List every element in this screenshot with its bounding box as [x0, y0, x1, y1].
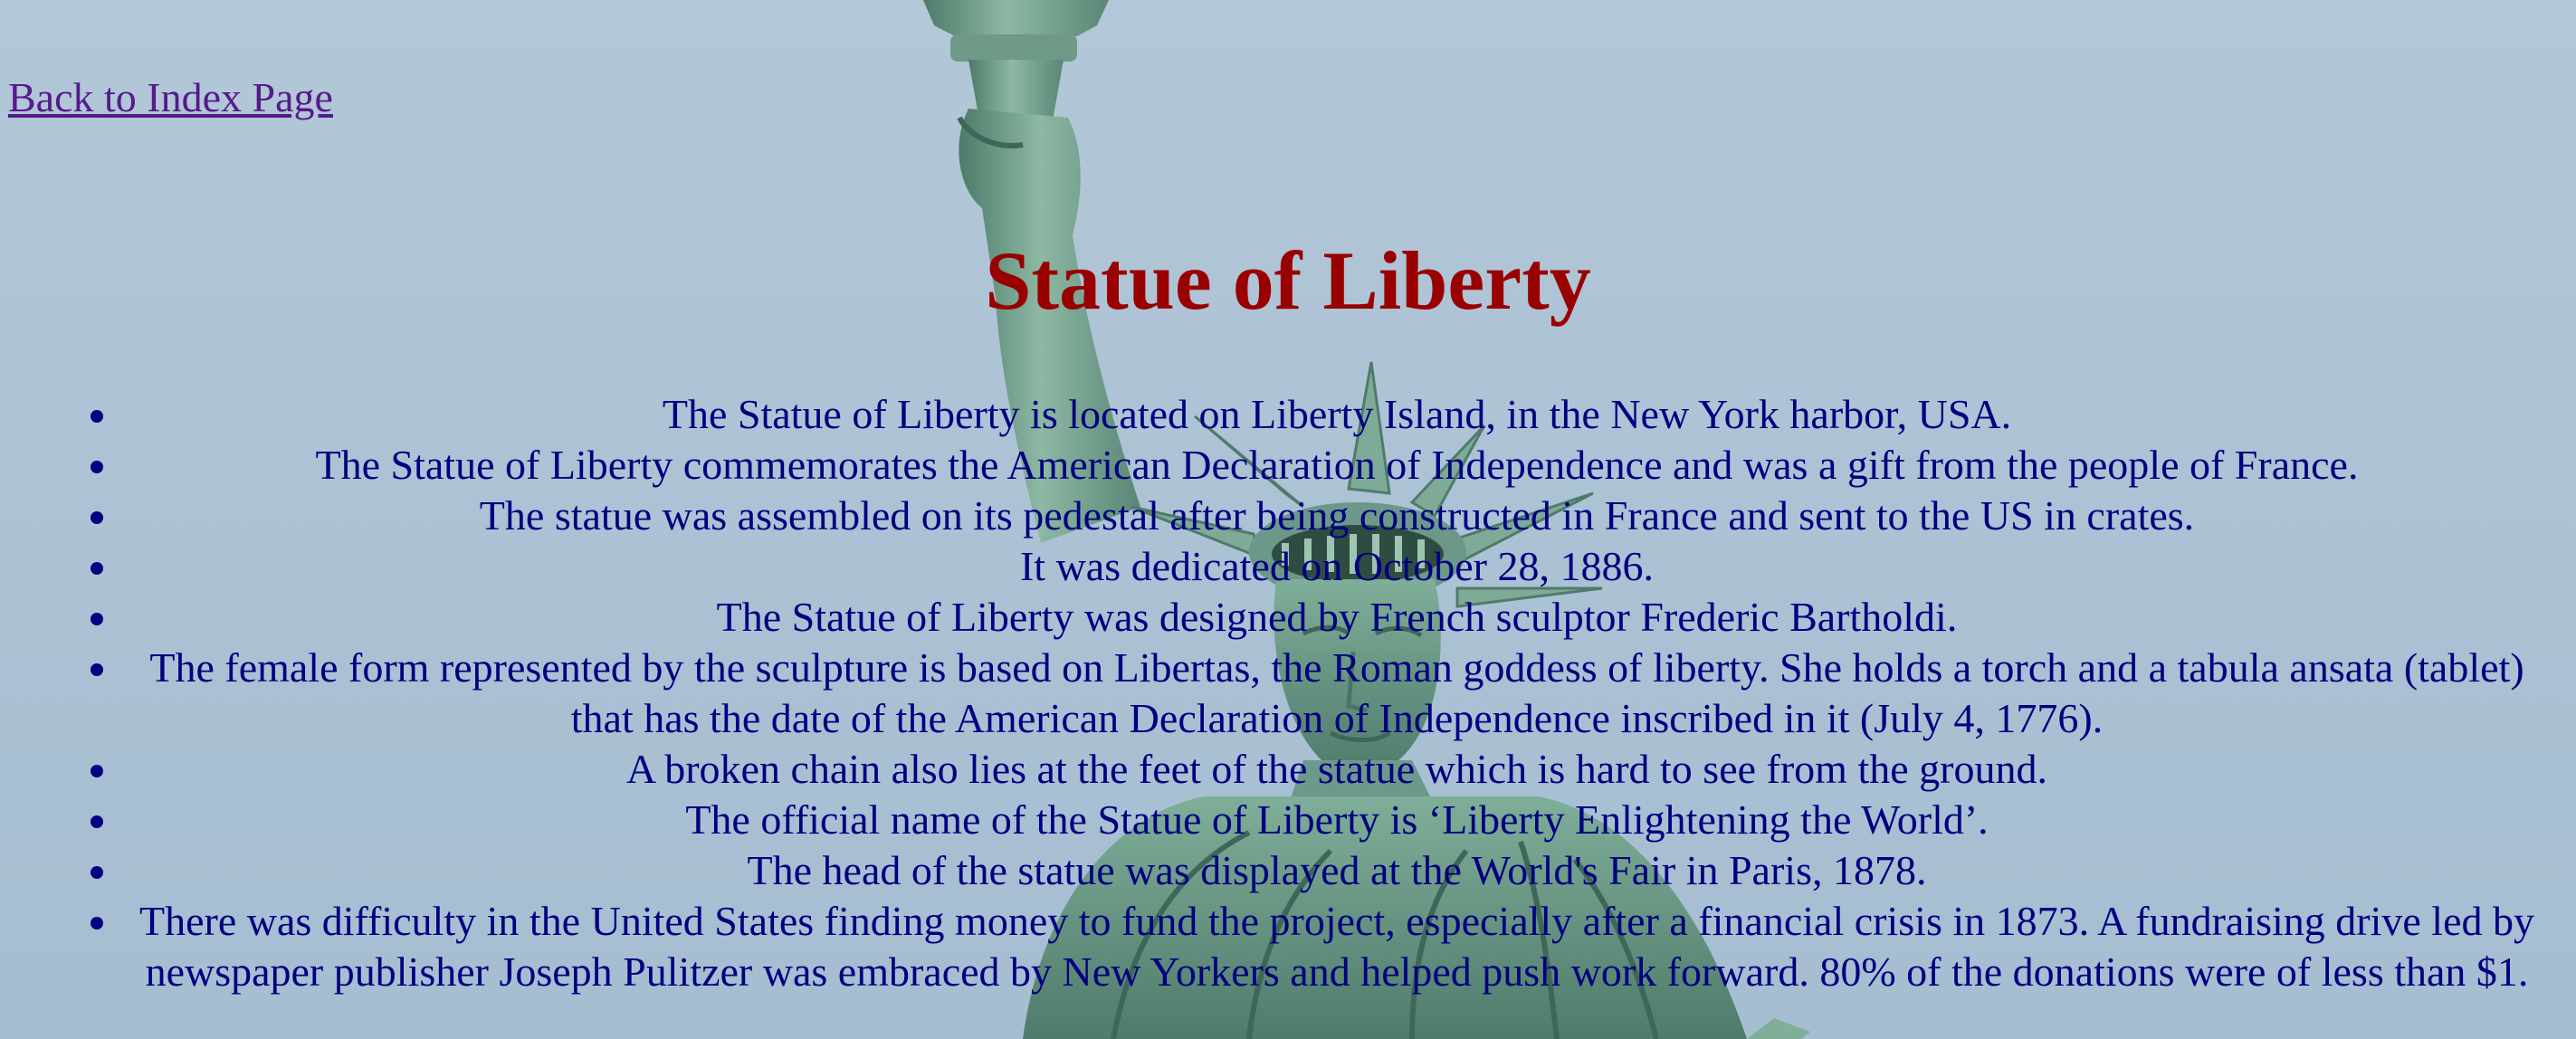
list-item: A broken chain also lies at the feet of …	[121, 744, 2552, 795]
facts-list: The Statue of Liberty is located on Libe…	[0, 389, 2576, 997]
list-item: The Statue of Liberty is located on Libe…	[121, 389, 2552, 440]
list-item: The Statue of Liberty was designed by Fr…	[121, 592, 2552, 643]
list-item: The official name of the Statue of Liber…	[121, 795, 2552, 845]
back-to-index-link[interactable]: Back to Index Page	[8, 72, 333, 122]
list-item: The head of the statue was displayed at …	[121, 845, 2552, 896]
list-item: It was dedicated on October 28, 1886.	[121, 541, 2552, 592]
list-item: The statue was assembled on its pedestal…	[121, 491, 2552, 541]
list-item: The female form represented by the sculp…	[121, 643, 2552, 744]
list-item: The Statue of Liberty commemorates the A…	[121, 440, 2552, 491]
list-item: There was difficulty in the United State…	[121, 896, 2552, 997]
page-title: Statue of Liberty	[985, 234, 1591, 327]
page-content: Back to Index Page Statue of Liberty The…	[0, 0, 2576, 1039]
